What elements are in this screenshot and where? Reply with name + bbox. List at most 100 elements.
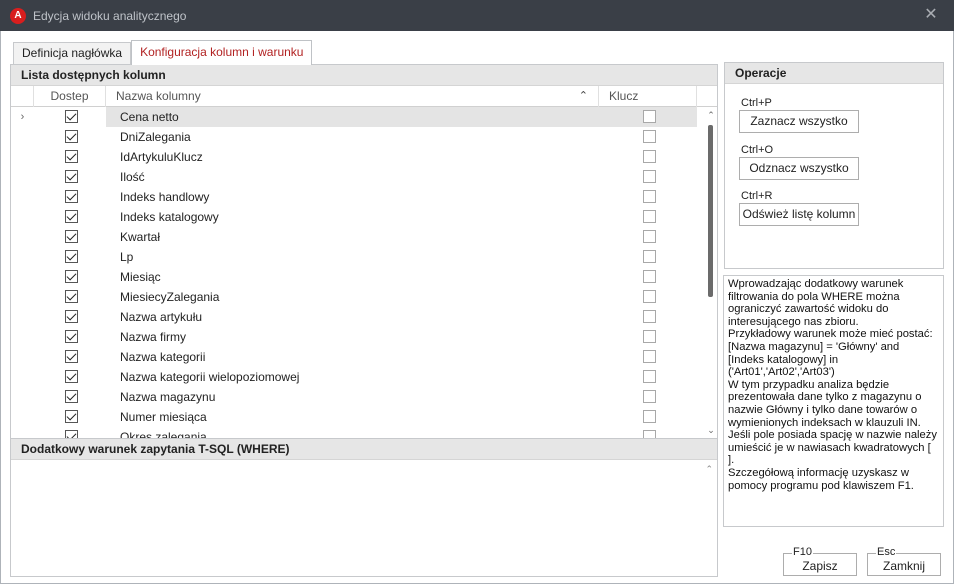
dostep-checkbox[interactable] <box>65 150 78 163</box>
select-all-button[interactable]: Zaznacz wszystko <box>739 110 859 133</box>
refresh-columns-button[interactable]: Odśwież listę kolumn <box>739 203 859 226</box>
klucz-cell <box>599 267 697 287</box>
dostep-checkbox[interactable] <box>65 370 78 383</box>
dostep-checkbox[interactable] <box>65 230 78 243</box>
table-row[interactable]: › Cena netto <box>11 107 705 127</box>
header-dostep[interactable]: Dostep <box>34 86 106 107</box>
klucz-checkbox[interactable] <box>643 310 656 323</box>
dostep-cell <box>34 347 106 367</box>
dostep-cell <box>34 247 106 267</box>
klucz-checkbox[interactable] <box>643 170 656 183</box>
operations-panel: Operacje Ctrl+P Zaznacz wszystko Ctrl+O … <box>724 62 944 269</box>
row-indicator-icon: › <box>20 111 25 123</box>
klucz-cell <box>599 347 697 367</box>
row-indicator-icon <box>11 347 34 367</box>
dostep-checkbox[interactable] <box>65 330 78 343</box>
row-indicator-icon <box>11 387 34 407</box>
dostep-cell <box>34 267 106 287</box>
dostep-cell <box>34 147 106 167</box>
table-row[interactable]: Ilość <box>11 167 705 187</box>
header-column-name[interactable]: Nazwa kolumny ⌃ <box>106 86 599 107</box>
row-indicator-icon <box>11 307 34 327</box>
where-group-title: Dodatkowy warunek zapytania T-SQL (WHERE… <box>11 439 717 460</box>
table-row[interactable]: Nazwa artykułu <box>11 307 705 327</box>
table-row[interactable]: Nazwa magazynu <box>11 387 705 407</box>
header-klucz[interactable]: Klucz <box>599 86 697 107</box>
dostep-checkbox[interactable] <box>65 390 78 403</box>
table-row[interactable]: Indeks handlowy <box>11 187 705 207</box>
klucz-checkbox[interactable] <box>643 290 656 303</box>
grid-header-indicator <box>11 86 34 107</box>
dostep-checkbox[interactable] <box>65 190 78 203</box>
klucz-cell <box>599 287 697 307</box>
table-row[interactable]: Okres zalegania <box>11 427 705 438</box>
table-row[interactable]: Numer miesiąca <box>11 407 705 427</box>
table-row[interactable]: Nazwa kategorii <box>11 347 705 367</box>
klucz-cell <box>599 407 697 427</box>
klucz-checkbox[interactable] <box>643 210 656 223</box>
scroll-up-icon[interactable]: ⌃ <box>705 109 717 121</box>
dostep-cell <box>34 187 106 207</box>
row-indicator-icon <box>11 207 34 227</box>
table-row[interactable]: Miesiąc <box>11 267 705 287</box>
klucz-cell <box>599 367 697 387</box>
shortcut-select-all: Ctrl+P <box>741 97 772 109</box>
row-indicator-icon <box>11 227 34 247</box>
table-row[interactable]: Kwartał <box>11 227 705 247</box>
klucz-cell <box>599 307 697 327</box>
grid-scrollbar[interactable]: ⌃ ⌄ <box>705 107 717 438</box>
dostep-checkbox[interactable] <box>65 430 78 438</box>
dostep-checkbox[interactable] <box>65 410 78 423</box>
klucz-checkbox[interactable] <box>643 130 656 143</box>
dostep-checkbox[interactable] <box>65 290 78 303</box>
klucz-checkbox[interactable] <box>643 410 656 423</box>
table-row[interactable]: Lp <box>11 247 705 267</box>
dostep-checkbox[interactable] <box>65 170 78 183</box>
klucz-checkbox[interactable] <box>643 350 656 363</box>
row-indicator-icon <box>11 267 34 287</box>
dostep-cell <box>34 287 106 307</box>
tab-columns-config[interactable]: Konfiguracja kolumn i warunku <box>131 40 313 65</box>
dostep-cell <box>34 167 106 187</box>
where-condition-input[interactable]: ⌃ <box>11 460 717 577</box>
table-row[interactable]: Indeks katalogowy <box>11 207 705 227</box>
dostep-checkbox[interactable] <box>65 350 78 363</box>
klucz-cell <box>599 207 697 227</box>
table-row[interactable]: IdArtykuluKlucz <box>11 147 705 167</box>
dostep-checkbox[interactable] <box>65 210 78 223</box>
close-button[interactable]: Esc Zamknij <box>867 546 941 576</box>
table-row[interactable]: Nazwa kategorii wielopoziomowej <box>11 367 705 387</box>
deselect-all-button[interactable]: Odznacz wszystko <box>739 157 859 180</box>
dostep-checkbox[interactable] <box>65 310 78 323</box>
klucz-checkbox[interactable] <box>643 230 656 243</box>
where-scroll-up-icon[interactable]: ⌃ <box>705 464 713 475</box>
row-indicator-icon <box>11 147 34 167</box>
scroll-down-icon[interactable]: ⌄ <box>705 424 717 436</box>
table-row[interactable]: MiesiecyZalegania <box>11 287 705 307</box>
klucz-checkbox[interactable] <box>643 110 656 123</box>
klucz-checkbox[interactable] <box>643 330 656 343</box>
dostep-checkbox[interactable] <box>65 250 78 263</box>
close-icon[interactable]: ✕ <box>922 6 940 24</box>
table-row[interactable]: Nazwa firmy <box>11 327 705 347</box>
row-indicator-icon <box>11 127 34 147</box>
klucz-checkbox[interactable] <box>643 190 656 203</box>
dostep-cell <box>34 327 106 347</box>
klucz-checkbox[interactable] <box>643 370 656 383</box>
title-bar: A Edycja widoku analitycznego ✕ <box>0 0 954 31</box>
table-row[interactable]: DniZalegania <box>11 127 705 147</box>
dostep-checkbox[interactable] <box>65 110 78 123</box>
klucz-cell <box>599 147 697 167</box>
klucz-checkbox[interactable] <box>643 250 656 263</box>
klucz-checkbox[interactable] <box>643 270 656 283</box>
save-button[interactable]: F10 Zapisz <box>783 546 857 576</box>
klucz-checkbox[interactable] <box>643 390 656 403</box>
row-indicator-icon <box>11 247 34 267</box>
klucz-checkbox[interactable] <box>643 150 656 163</box>
klucz-checkbox[interactable] <box>643 430 656 438</box>
row-indicator-icon <box>11 367 34 387</box>
scroll-thumb[interactable] <box>708 125 713 297</box>
tab-header-definition[interactable]: Definicja nagłówka <box>13 42 132 65</box>
dostep-checkbox[interactable] <box>65 130 78 143</box>
dostep-checkbox[interactable] <box>65 270 78 283</box>
